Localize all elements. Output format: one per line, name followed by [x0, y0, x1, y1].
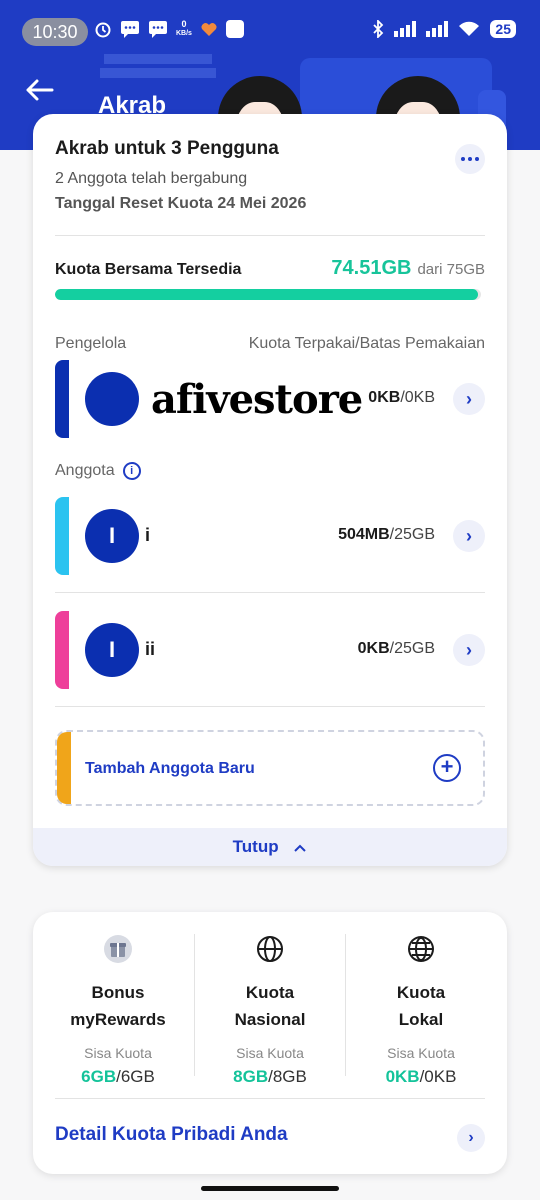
- quota-progress-bar: [55, 289, 481, 300]
- quota-title: Kuota: [245, 983, 295, 1002]
- family-plan-card: Akrab untuk 3 Pengguna 2 Anggota telah b…: [33, 114, 507, 866]
- globe-icon: [257, 936, 283, 962]
- remaining-label: Sisa Kuota: [387, 1045, 455, 1061]
- quota-value: 0KB/0KB: [385, 1067, 457, 1086]
- globe-icon: [408, 936, 434, 962]
- status-icons-left: 0 KB/s: [94, 20, 244, 38]
- member-usage: 0KB/25GB: [357, 640, 435, 657]
- back-arrow-icon[interactable]: [22, 72, 58, 108]
- status-bar: 10:30 0 KB/s 25: [0, 0, 540, 64]
- personal-quota-card: Bonus myRewards Sisa Kuota 6GB/6GB Kuota N…: [33, 912, 507, 1174]
- store-watermark: afivestore: [151, 376, 369, 423]
- close-button[interactable]: Tutup: [33, 828, 507, 866]
- quota-title: Nasional: [234, 1010, 306, 1029]
- add-member-button[interactable]: Tambah Anggota Baru +: [55, 730, 485, 806]
- bluetooth-icon: [373, 20, 384, 38]
- shared-quota-value: 74.51GB dari 75GB: [331, 257, 485, 280]
- manager-column-header: Pengelola: [55, 335, 127, 352]
- manager-row[interactable]: 0KB/0KB afivestore ›: [55, 360, 485, 438]
- add-member-label: Tambah Anggota Baru: [85, 760, 255, 777]
- chevron-right-icon[interactable]: ›: [453, 383, 485, 415]
- chevron-right-icon[interactable]: ›: [453, 520, 485, 552]
- info-icon[interactable]: i: [122, 462, 141, 480]
- member-row[interactable]: I i 504MB/25GB ›: [55, 497, 485, 575]
- avatar: I: [85, 509, 139, 563]
- signal-icon: [394, 21, 417, 37]
- chat-icon: [121, 21, 139, 38]
- member-row[interactable]: I ii 0KB/25GB ›: [55, 611, 485, 689]
- more-options-button[interactable]: [455, 144, 485, 174]
- member-color-strip: [55, 497, 69, 575]
- quota-title: myRewards: [70, 1010, 166, 1029]
- network-speed: 0 KB/s: [176, 19, 192, 38]
- members-label-text: Anggota: [55, 462, 115, 479]
- avatar: I: [85, 623, 139, 677]
- member-name: ii: [145, 639, 156, 659]
- signal-icon: [426, 21, 449, 37]
- quota-title: Lokal: [398, 1010, 444, 1029]
- plus-circle-icon[interactable]: +: [433, 754, 461, 782]
- quota-value: 6GB/6GB: [81, 1067, 155, 1086]
- app-notification-icon: [225, 20, 244, 38]
- status-icons-right: 25: [372, 20, 516, 38]
- shared-quota-label: Kuota Bersama Tersedia: [55, 261, 242, 278]
- divider: [55, 592, 485, 593]
- gift-icon: [104, 935, 132, 963]
- heart-icon: [201, 23, 217, 36]
- divider: [55, 706, 485, 707]
- quota-value: 8GB/8GB: [233, 1067, 307, 1086]
- member-color-strip: [55, 611, 69, 689]
- close-label: Tutup: [232, 837, 279, 856]
- alarm-icon: [95, 22, 111, 38]
- divider: [55, 1098, 485, 1099]
- quota-progress-fill: [55, 289, 479, 300]
- quota-title: Kuota: [396, 983, 446, 1002]
- quota-item-nasional[interactable]: Kuota Nasional Sisa Kuota 8GB/8GB: [195, 934, 345, 1087]
- plan-title: Akrab untuk 3 Pengguna: [55, 138, 279, 159]
- quota-title: Bonus: [91, 983, 145, 1002]
- home-indicator[interactable]: [201, 1186, 339, 1191]
- avatar: [85, 372, 139, 426]
- members-section-label: Anggota i: [55, 462, 141, 480]
- member-usage: 0KB/0KB: [368, 389, 435, 406]
- total-quota: dari 75GB: [417, 261, 485, 278]
- available-quota: 74.51GB: [331, 257, 412, 279]
- remaining-label: Sisa Kuota: [84, 1045, 152, 1061]
- reset-date-text: Tanggal Reset Kuota 24 Mei 2026: [55, 195, 307, 212]
- quota-item-lokal[interactable]: Kuota Lokal Sisa Kuota 0KB/0KB: [346, 934, 496, 1087]
- battery-icon: 25: [490, 20, 516, 38]
- chevron-right-icon[interactable]: ›: [453, 634, 485, 666]
- chevron-up-icon: [294, 844, 307, 852]
- quota-item-bonus[interactable]: Bonus myRewards Sisa Kuota 6GB/6GB: [43, 934, 193, 1087]
- member-color-strip: [57, 732, 71, 804]
- divider: [55, 235, 485, 236]
- chat-icon: [149, 21, 167, 38]
- chevron-right-icon[interactable]: ›: [457, 1124, 485, 1152]
- usage-column-header: Kuota Terpakai/Batas Pemakaian: [248, 335, 485, 352]
- status-time: 10:30: [22, 18, 88, 46]
- wifi-icon: [459, 21, 480, 36]
- member-color-strip: [55, 360, 69, 438]
- member-usage: 504MB/25GB: [338, 526, 435, 543]
- member-name: i: [145, 525, 151, 545]
- personal-quota-detail-link[interactable]: Detail Kuota Pribadi Anda: [55, 1124, 288, 1146]
- members-joined-text: 2 Anggota telah bergabung: [55, 170, 248, 187]
- remaining-label: Sisa Kuota: [236, 1045, 304, 1061]
- blurred-text: [100, 68, 216, 78]
